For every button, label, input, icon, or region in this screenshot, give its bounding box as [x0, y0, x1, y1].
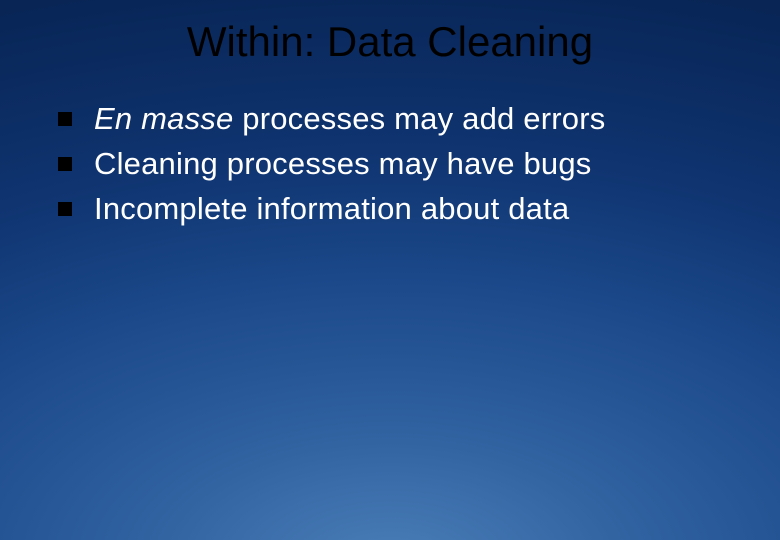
bullet-icon: [58, 202, 72, 216]
slide: Within: Data Cleaning En masse processes…: [0, 0, 780, 540]
bullet-icon: [58, 157, 72, 171]
bullet-text: En masse processes may add errors: [94, 100, 605, 139]
list-item: Cleaning processes may have bugs: [58, 145, 780, 184]
italic-text: En masse: [94, 101, 233, 136]
list-item: En masse processes may add errors: [58, 100, 780, 139]
bullet-list: En masse processes may add errors Cleani…: [0, 100, 780, 228]
slide-title: Within: Data Cleaning: [0, 18, 780, 66]
plain-text: Incomplete information about data: [94, 191, 569, 226]
plain-text: processes may add errors: [233, 101, 605, 136]
list-item: Incomplete information about data: [58, 190, 780, 229]
bullet-text: Incomplete information about data: [94, 190, 569, 229]
bullet-text: Cleaning processes may have bugs: [94, 145, 592, 184]
plain-text: Cleaning processes may have bugs: [94, 146, 592, 181]
bullet-icon: [58, 112, 72, 126]
